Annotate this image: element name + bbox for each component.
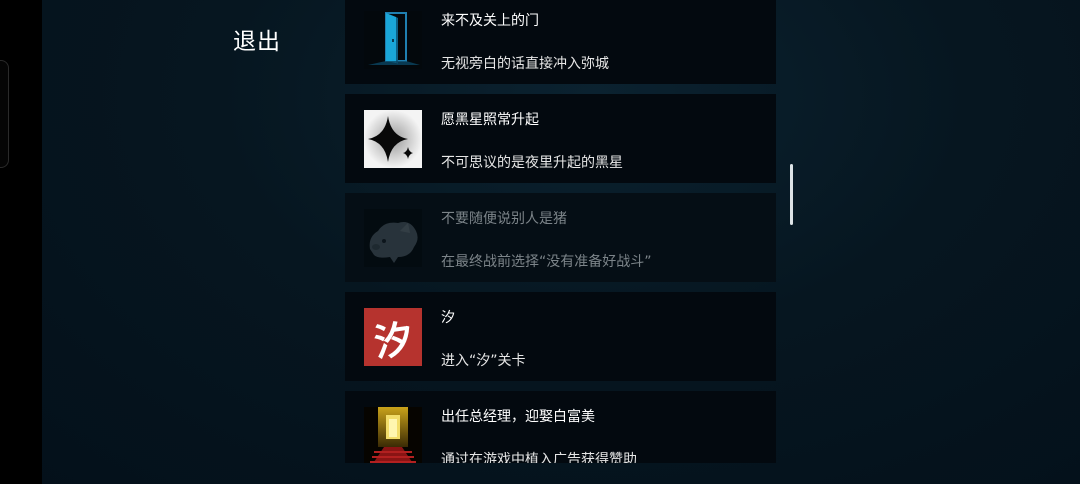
achievement-item[interactable]: 愿黑星照常升起 不可思议的是夜里升起的黑星: [345, 94, 776, 183]
achievement-title: 来不及关上的门: [441, 13, 539, 29]
achievement-description: 无视旁白的话直接冲入弥城: [441, 56, 609, 72]
exit-button[interactable]: 退出: [233, 22, 281, 56]
achievement-title: 汐: [441, 310, 455, 326]
open-door-icon: [364, 11, 422, 69]
device-bezel: [0, 0, 42, 484]
achievement-list[interactable]: 来不及关上的门 无视旁白的话直接冲入弥城 愿黑星照常升起 不可思议的是夜里升起的…: [345, 0, 777, 463]
xi-character-icon: 汐: [364, 308, 422, 366]
achievement-item[interactable]: 来不及关上的门 无视旁白的话直接冲入弥城: [345, 0, 776, 84]
red-carpet-icon: [364, 407, 422, 463]
achievement-description: 通过在游戏中植入广告获得赞助: [441, 452, 637, 463]
achievement-description: 不可思议的是夜里升起的黑星: [441, 155, 623, 171]
achievement-title: 出任总经理，迎娶白富美: [441, 409, 595, 425]
achievements-screen: 退出 来不及关上的门 无视旁白的话直接冲入弥城 愿黑星照常升起 不可思议的是夜里…: [0, 0, 1080, 484]
camera-notch: [0, 60, 9, 168]
scrollbar-thumb[interactable]: [790, 164, 793, 225]
achievement-description: 进入“汐”关卡: [441, 353, 526, 369]
black-star-icon: [364, 110, 422, 168]
achievement-item[interactable]: 汐 汐 进入“汐”关卡: [345, 292, 776, 381]
pig-icon: [364, 209, 422, 267]
achievement-item[interactable]: 出任总经理，迎娶白富美 通过在游戏中植入广告获得赞助: [345, 391, 776, 463]
achievement-item-locked[interactable]: 不要随便说别人是猪 在最终战前选择“没有准备好战斗”: [345, 193, 776, 282]
achievement-title: 不要随便说别人是猪: [441, 211, 567, 227]
xi-glyph: 汐: [371, 315, 416, 365]
achievement-title: 愿黑星照常升起: [441, 112, 539, 128]
achievement-description: 在最终战前选择“没有准备好战斗”: [441, 254, 652, 270]
